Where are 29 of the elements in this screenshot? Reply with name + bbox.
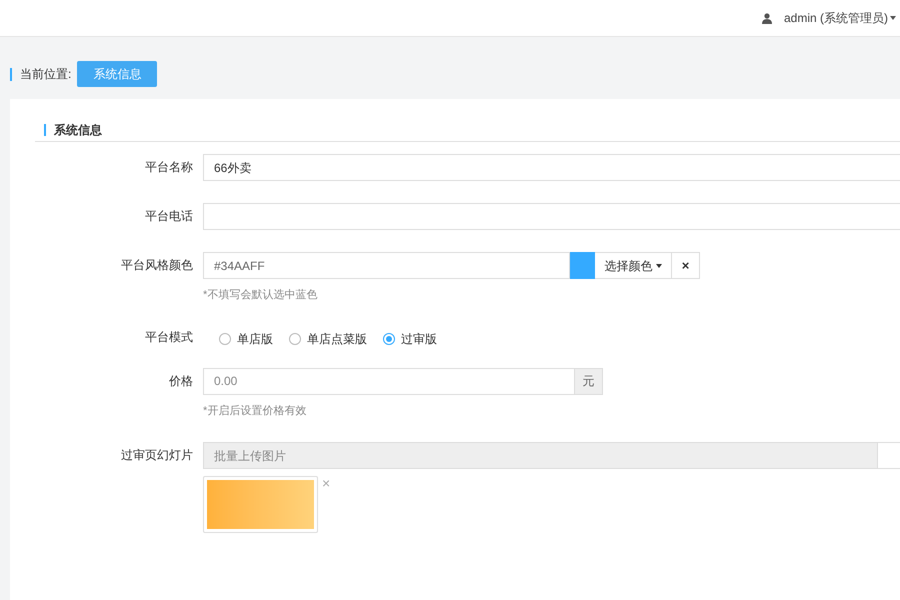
- price-input[interactable]: 0.00: [203, 368, 575, 394]
- field-label: 平台风格颜色: [120, 257, 194, 274]
- color-input[interactable]: #34AAFF: [203, 252, 570, 279]
- field-label: 平台电话: [144, 208, 194, 225]
- upload-button[interactable]: [878, 442, 900, 469]
- field-label: 价格: [168, 372, 194, 390]
- field-label: 平台模式: [144, 328, 194, 346]
- caret-icon: [656, 264, 662, 268]
- radio-option[interactable]: 过审版: [383, 330, 437, 348]
- hint-text: *不填写会默认选中蓝色: [203, 288, 318, 303]
- radio-option[interactable]: 单店版: [219, 330, 273, 348]
- section-title: 系统信息: [54, 122, 102, 139]
- color-swatch: [570, 252, 595, 279]
- radio-option[interactable]: 单店点菜版: [289, 330, 367, 348]
- hint-text: *开启后设置价格有效: [203, 404, 308, 418]
- unit-addon: 元: [575, 368, 603, 394]
- field-label: 平台名称: [144, 159, 194, 176]
- user-icon: [762, 12, 772, 24]
- clear-button[interactable]: ×: [672, 252, 700, 279]
- caret-icon: [890, 16, 896, 20]
- radio-button[interactable]: [383, 332, 395, 344]
- radio-button[interactable]: [289, 332, 301, 344]
- name-input[interactable]: 66外卖: [203, 154, 900, 181]
- radio-button[interactable]: [219, 332, 231, 344]
- field-label: 过审页幻灯片: [120, 447, 194, 464]
- phone-input[interactable]: [203, 203, 900, 230]
- pick-color-button[interactable]: 选择颜色: [595, 252, 672, 279]
- breadcrumb-label: 当前位置:: [20, 66, 72, 83]
- user-menu[interactable]: admin (系统管理员): [784, 9, 888, 27]
